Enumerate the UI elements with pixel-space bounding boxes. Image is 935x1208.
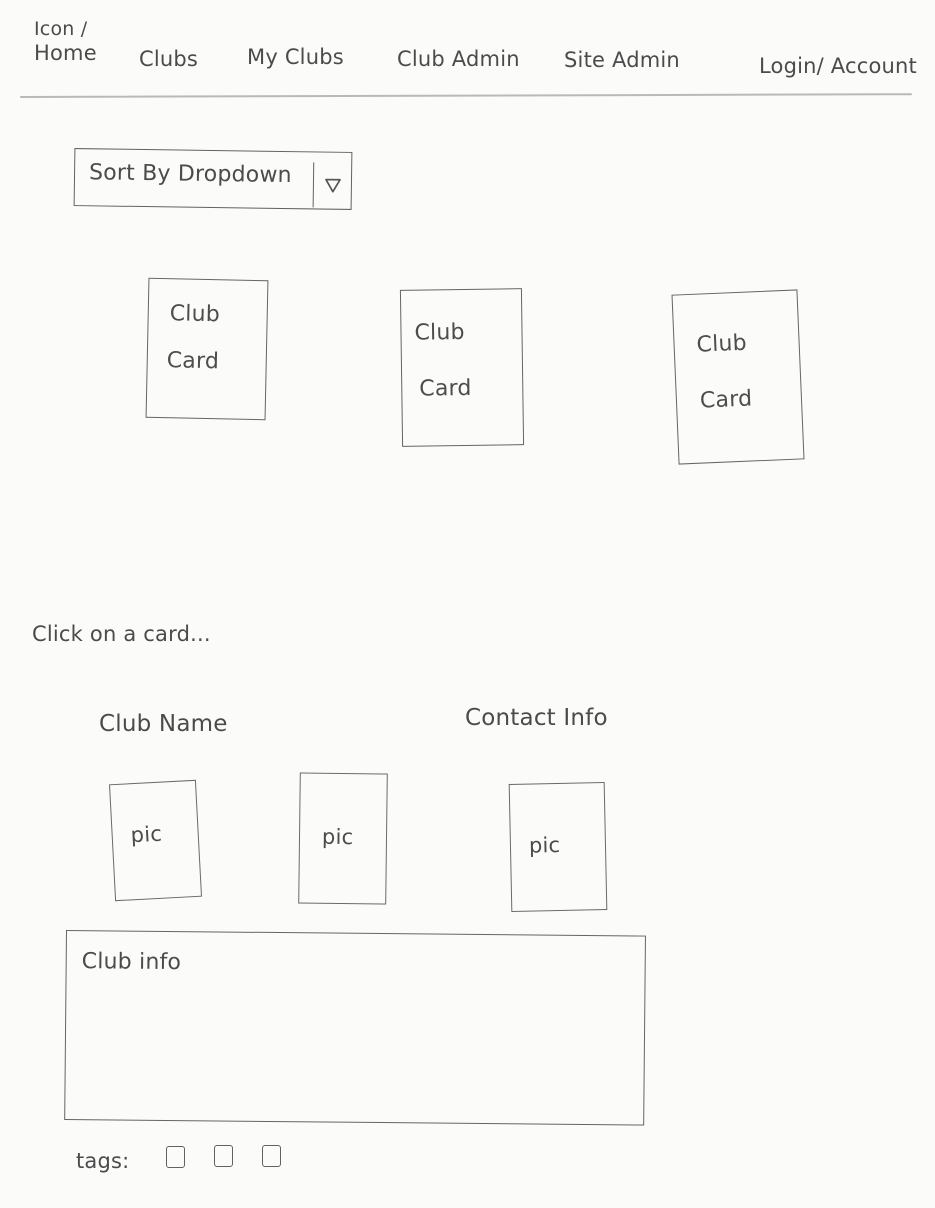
home-label: Home — [34, 41, 97, 65]
nav-link-my-clubs[interactable]: My Clubs — [247, 47, 344, 68]
navigation-divider — [19, 93, 912, 98]
club-name-heading: Club Name — [99, 711, 228, 737]
nav-link-club-admin[interactable]: Club Admin — [397, 49, 520, 70]
picture-placeholder-label: pic — [130, 821, 163, 848]
club-card[interactable]: Club Card — [671, 289, 805, 465]
club-card[interactable]: Club Card — [399, 288, 525, 447]
sort-by-dropdown[interactable]: Sort By Dropdown — [73, 148, 353, 210]
nav-link-clubs[interactable]: Clubs — [139, 49, 198, 70]
home-link[interactable]: Icon / Home — [34, 18, 114, 66]
picture-placeholder-label: pic — [321, 824, 354, 850]
club-card-subtitle: Card — [699, 386, 753, 414]
nav-link-site-admin[interactable]: Site Admin — [564, 50, 680, 71]
tag-checkbox[interactable] — [262, 1145, 281, 1167]
tags-label: tags: — [76, 1149, 130, 1173]
club-card-title: Club — [414, 319, 465, 346]
club-browser-wireframe: { "nav": { "home": { "icon_label": "Icon… — [0, 0, 935, 1208]
triangle-down-icon — [325, 178, 341, 193]
tag-checkbox[interactable] — [166, 1146, 185, 1168]
club-card-subtitle: Card — [419, 375, 472, 402]
club-picture: pic — [108, 779, 203, 902]
sort-by-label: Sort By Dropdown — [88, 160, 292, 189]
club-card-title: Club — [696, 330, 748, 358]
picture-placeholder-label: pic — [528, 832, 561, 858]
nav-link-login-account[interactable]: Login/ Account — [759, 56, 917, 77]
club-info-label: Club info — [81, 949, 182, 976]
club-card[interactable]: Club Card — [145, 277, 269, 421]
contact-info-heading: Contact Info — [465, 705, 608, 731]
card-selection-prompt: Click on a card... — [32, 622, 211, 646]
club-card-title: Club — [169, 301, 221, 328]
tag-checkbox[interactable] — [214, 1145, 233, 1167]
home-icon-label: Icon / — [34, 18, 88, 40]
club-card-subtitle: Card — [166, 348, 220, 375]
dropdown-toggle[interactable] — [312, 162, 353, 208]
club-picture: pic — [508, 782, 608, 912]
club-picture: pic — [298, 772, 388, 905]
club-info-panel: Club info — [64, 930, 646, 1126]
